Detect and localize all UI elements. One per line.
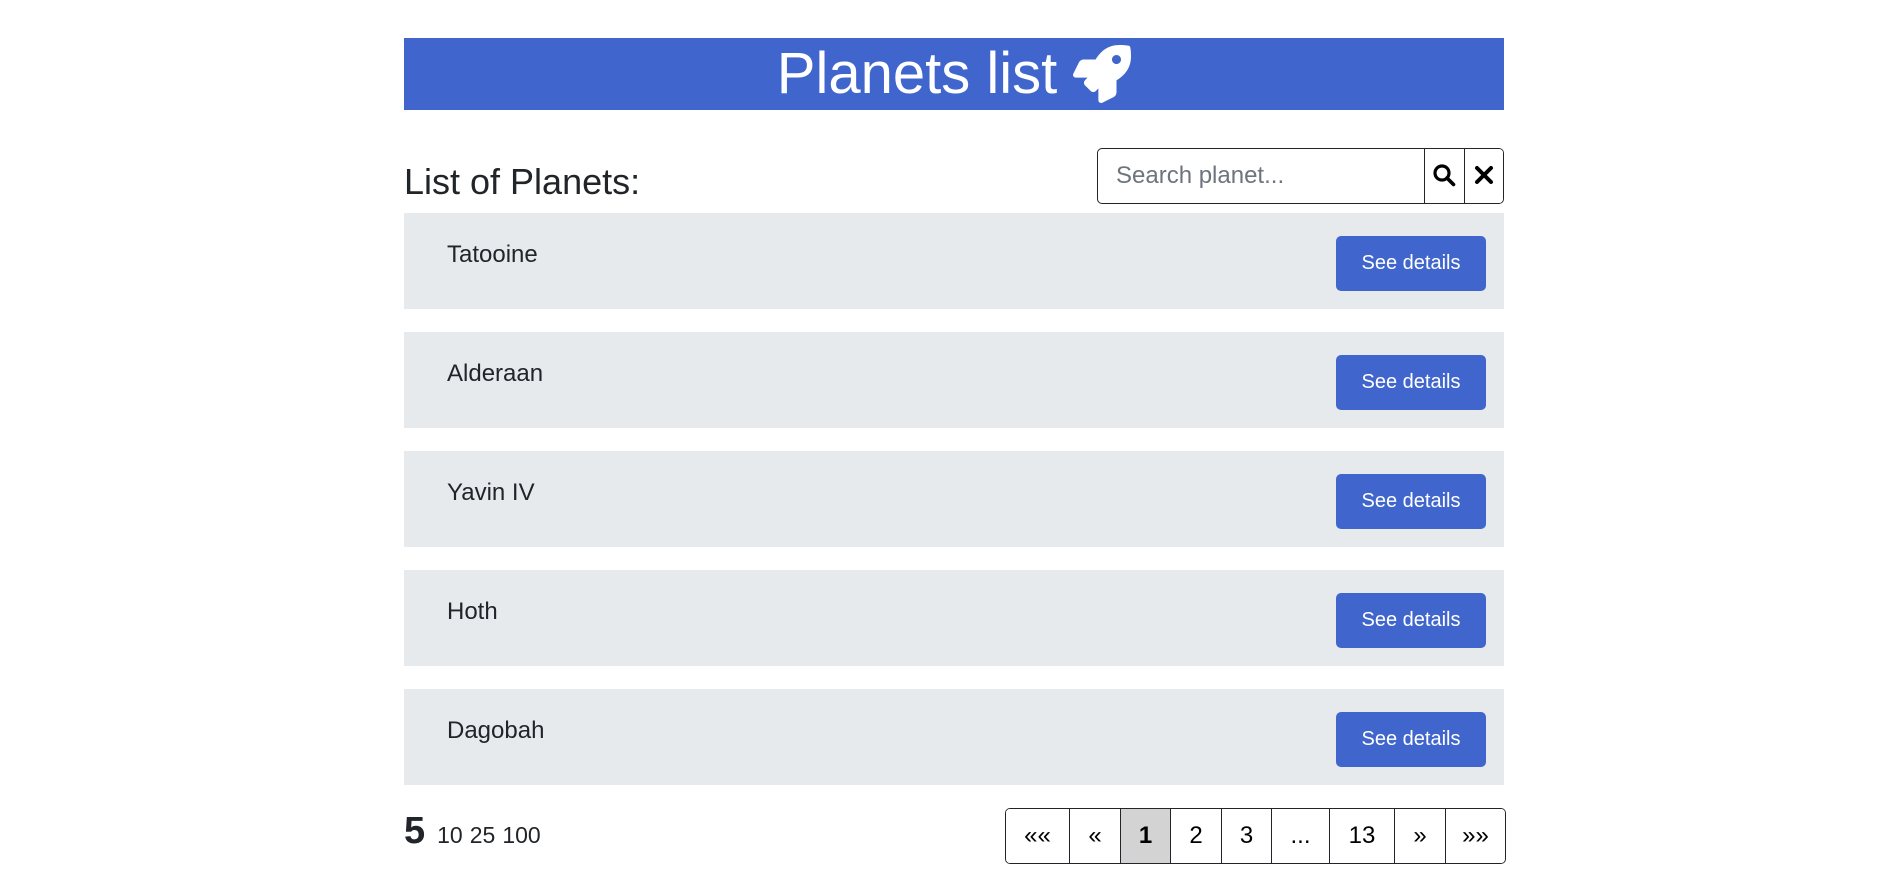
page-title: Planets list [776, 41, 1058, 106]
last-page-button[interactable]: »» [1445, 809, 1505, 863]
planet-name: Yavin IV [447, 479, 535, 506]
list-item: Dagobah See details [404, 689, 1504, 785]
page-size-option-100[interactable]: 100 [502, 822, 540, 849]
list-item: Tatooine See details [404, 213, 1504, 309]
clear-search-button[interactable] [1463, 149, 1503, 203]
planet-list: Tatooine See details Alderaan See detail… [404, 213, 1504, 808]
see-details-button[interactable]: See details [1336, 474, 1486, 529]
page-size-option-25[interactable]: 25 [470, 822, 496, 849]
page-button-2[interactable]: 2 [1170, 809, 1221, 863]
page-size-option-10[interactable]: 10 [437, 822, 463, 849]
planet-name: Dagobah [447, 717, 545, 744]
pagination: «« « 1 2 3 ... 13 » »» [1005, 808, 1506, 864]
page-size-selector: 5 10 25 100 [404, 810, 548, 860]
close-icon [1474, 165, 1494, 188]
header-banner: Planets list [404, 38, 1504, 110]
page-button-1[interactable]: 1 [1120, 809, 1170, 863]
pagination-ellipsis: ... [1271, 809, 1329, 863]
search-button[interactable] [1424, 149, 1464, 203]
search-bar [1097, 148, 1504, 204]
planet-name: Hoth [447, 598, 498, 625]
next-page-button[interactable]: » [1394, 809, 1445, 863]
previous-page-button[interactable]: « [1069, 809, 1120, 863]
search-icon [1432, 163, 1456, 190]
list-heading: List of Planets: [404, 161, 641, 202]
planet-name: Alderaan [447, 360, 544, 387]
list-item: Yavin IV See details [404, 451, 1504, 547]
list-item: Hoth See details [404, 570, 1504, 666]
see-details-button[interactable]: See details [1336, 712, 1486, 767]
page-button-13[interactable]: 13 [1329, 809, 1394, 863]
see-details-button[interactable]: See details [1336, 355, 1486, 410]
rocket-icon [1073, 45, 1132, 103]
search-input[interactable] [1098, 149, 1424, 203]
page-button-3[interactable]: 3 [1221, 809, 1271, 863]
page-size-selected[interactable]: 5 [404, 810, 425, 853]
see-details-button[interactable]: See details [1336, 236, 1486, 291]
first-page-button[interactable]: «« [1006, 809, 1069, 863]
see-details-button[interactable]: See details [1336, 593, 1486, 648]
list-item: Alderaan See details [404, 332, 1504, 428]
planet-name: Tatooine [447, 241, 538, 268]
